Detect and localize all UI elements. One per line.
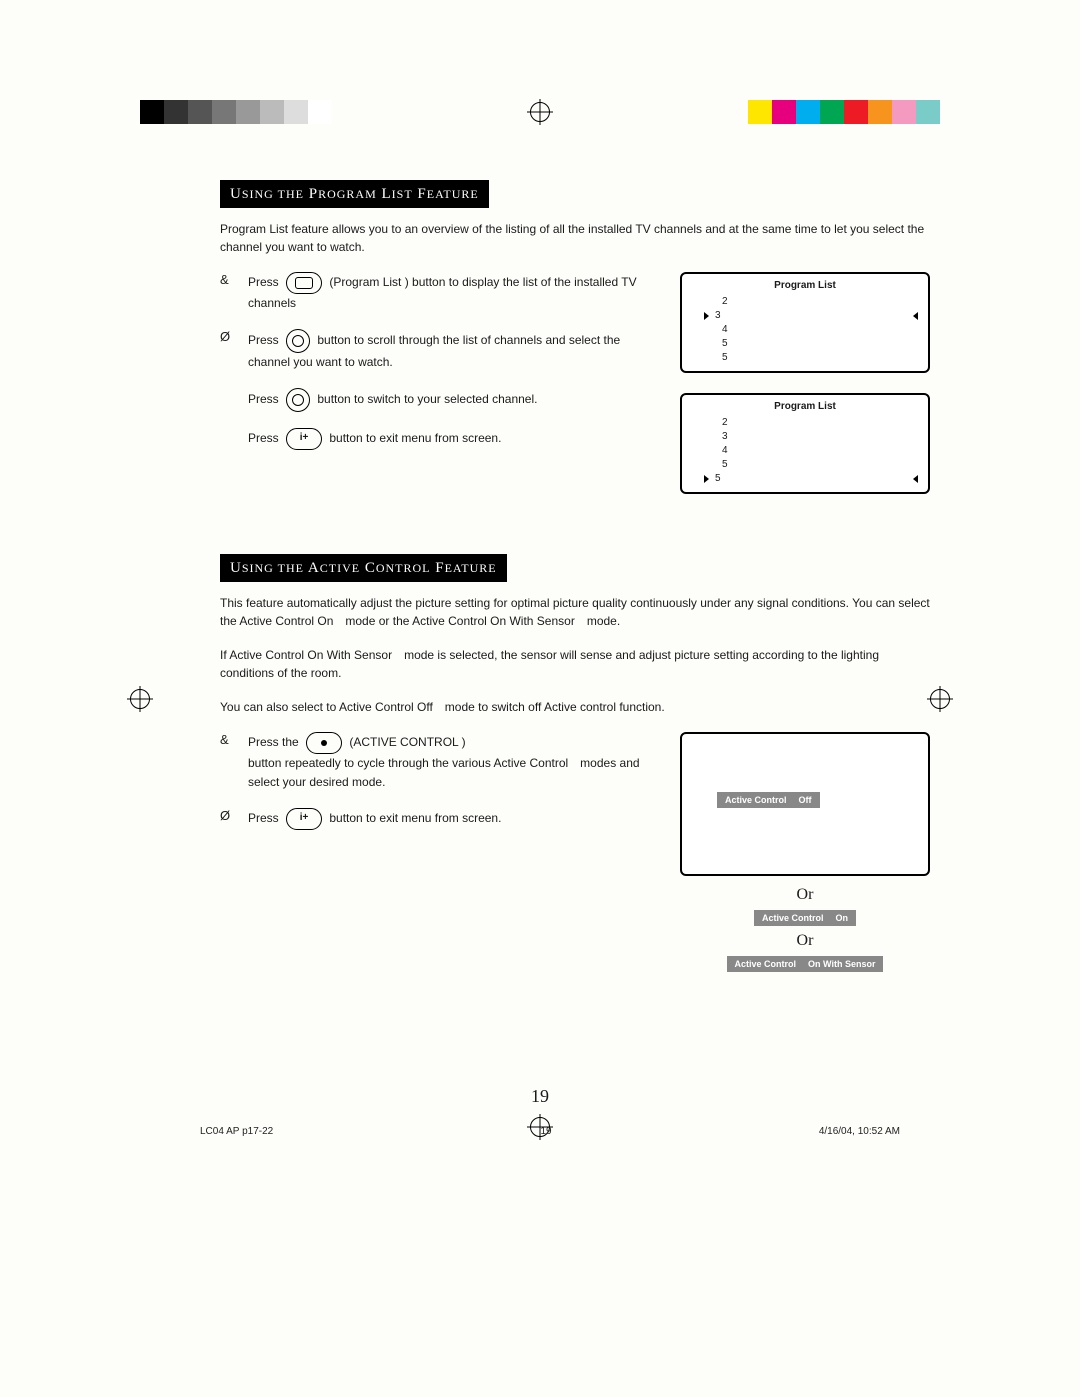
- osd-program-list-1: Program List 23455: [680, 272, 930, 373]
- osd-row: 4: [722, 444, 918, 458]
- osd-row: 3: [722, 309, 918, 323]
- colorbar-swatch: [284, 100, 308, 124]
- pill-value: On: [836, 913, 849, 923]
- colorbar-swatch: [868, 100, 892, 124]
- section2-steps: &Press the (ACTIVE CONTROL )button repea…: [220, 732, 650, 830]
- osd-item: 4: [722, 323, 728, 337]
- section2-para2: If Active Control On With Sensor mode is…: [220, 646, 930, 682]
- colorbar-swatch: [260, 100, 284, 124]
- footer-page: 19: [540, 1126, 551, 1137]
- selection-arrow-icon: [704, 312, 709, 320]
- osd-item: 2: [722, 416, 728, 430]
- section2-para3: You can also select to Active Control Of…: [220, 698, 930, 716]
- osd-item: 5: [715, 472, 721, 486]
- remote-button-icon: [286, 808, 322, 830]
- osd-row: 5: [722, 337, 918, 351]
- or-label: Or: [680, 932, 930, 950]
- osd-row: 5: [722, 458, 918, 472]
- or-label: Or: [680, 886, 930, 904]
- cursor-button-icon: [286, 329, 310, 353]
- colorbar-swatch: [916, 100, 940, 124]
- colorbar-swatch: [844, 100, 868, 124]
- step-marker: Ø: [220, 329, 248, 344]
- colorbar-swatch: [772, 100, 796, 124]
- section2-para1: This feature automatically adjust the pi…: [220, 594, 930, 630]
- osd-item: 3: [715, 309, 721, 323]
- step-marker: &: [220, 732, 248, 747]
- registration-mark-icon: [930, 689, 950, 709]
- remote-button-icon: [306, 732, 342, 754]
- print-footer: LC04 AP p17-22 19 4/16/04, 10:52 AM: [200, 1126, 900, 1137]
- pill-value: On With Sensor: [808, 959, 875, 969]
- remote-button-icon: [286, 272, 322, 294]
- colorbar-swatch: [748, 100, 772, 124]
- step-body: Press button to exit menu from screen.: [248, 808, 650, 830]
- step-body: Press the (ACTIVE CONTROL )button repeat…: [248, 732, 650, 792]
- instruction-step: ØPress button to exit menu from screen.: [220, 808, 650, 830]
- osd-item: 5: [722, 337, 728, 351]
- step-marker: &: [220, 272, 248, 287]
- osd-row: 2: [722, 295, 918, 309]
- osd-active-control-screen: Active Control Off: [680, 732, 930, 876]
- colorbar-swatch: [164, 100, 188, 124]
- remote-button-icon: [286, 428, 322, 450]
- instruction-step: Press button to switch to your selected …: [220, 388, 650, 412]
- osd-item: 2: [722, 295, 728, 309]
- section1-steps: &Press (Program List ) button to display…: [220, 272, 650, 450]
- cursor-button-icon: [286, 388, 310, 412]
- colorbar-swatch: [188, 100, 212, 124]
- osd-row: 3: [722, 430, 918, 444]
- section1-intro: Program List feature allows you to an ov…: [220, 220, 930, 256]
- osd-program-list-2: Program List 23455: [680, 393, 930, 494]
- step-body: Press button to switch to your selected …: [248, 388, 650, 412]
- osd-title: Program List: [692, 401, 918, 412]
- section-heading-program-list: USING THE PROGRAM LIST FEATURE: [220, 180, 489, 208]
- selection-arrow-icon: [913, 475, 918, 483]
- pill-label: Active Control: [725, 795, 787, 805]
- instruction-step: &Press (Program List ) button to display…: [220, 272, 650, 313]
- osd-row: 5: [722, 351, 918, 365]
- registration-mark-icon: [530, 102, 550, 122]
- step-marker: Ø: [220, 808, 248, 823]
- colorbar-swatch: [140, 100, 164, 124]
- osd-item: 5: [722, 351, 728, 365]
- instruction-step: &Press the (ACTIVE CONTROL )button repea…: [220, 732, 650, 792]
- osd-row: 4: [722, 323, 918, 337]
- footer-file: LC04 AP p17-22: [200, 1126, 273, 1137]
- step-body: Press button to scroll through the list …: [248, 329, 650, 372]
- osd-row: 5: [722, 472, 918, 486]
- step-body: Press button to exit menu from screen.: [248, 428, 650, 450]
- active-control-pill: Active Control On: [754, 910, 856, 926]
- pill-value: Off: [799, 795, 812, 805]
- colorbar-swatch: [892, 100, 916, 124]
- active-control-pill: Active Control On With Sensor: [727, 956, 884, 972]
- selection-arrow-icon: [704, 475, 709, 483]
- colorbar-swatch: [236, 100, 260, 124]
- pill-label: Active Control: [762, 913, 824, 923]
- osd-item: 5: [722, 458, 728, 472]
- page-content: USING THE PROGRAM LIST FEATURE Program L…: [220, 180, 930, 972]
- registration-mark-icon: [130, 689, 150, 709]
- osd-title: Program List: [692, 280, 918, 291]
- colorbar-swatch: [212, 100, 236, 124]
- step-body: Press (Program List ) button to display …: [248, 272, 650, 313]
- instruction-step: Press button to exit menu from screen.: [220, 428, 650, 450]
- footer-date: 4/16/04, 10:52 AM: [819, 1126, 900, 1137]
- selection-arrow-icon: [913, 312, 918, 320]
- manual-page: USING THE PROGRAM LIST FEATURE Program L…: [0, 0, 1080, 1397]
- colorbar-swatch: [308, 100, 332, 124]
- page-number: 19: [0, 1086, 1080, 1107]
- active-control-pill: Active Control Off: [717, 792, 820, 808]
- osd-item: 4: [722, 444, 728, 458]
- pill-label: Active Control: [735, 959, 797, 969]
- colorbar-swatch: [820, 100, 844, 124]
- osd-row: 2: [722, 416, 918, 430]
- colorbar-swatch: [796, 100, 820, 124]
- section-heading-active-control: USING THE ACTIVE CONTROL FEATURE: [220, 554, 507, 582]
- instruction-step: ØPress button to scroll through the list…: [220, 329, 650, 372]
- osd-item: 3: [722, 430, 728, 444]
